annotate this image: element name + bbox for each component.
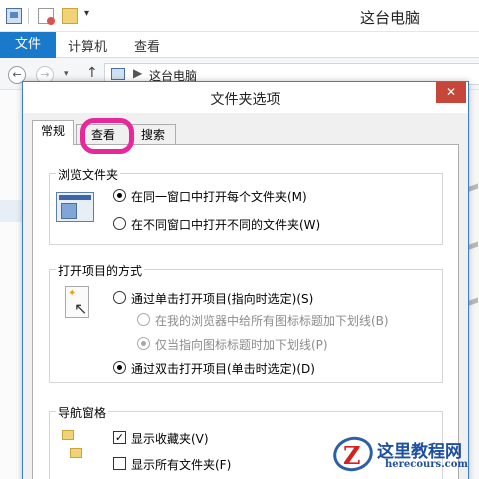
click-items-group: 打开项目的方式 ✦ ↖ 通过单击打开项目(指向时选定)(S) 在我的浏览器中给所… [49, 262, 443, 383]
navigation-pane-title: 导航窗格 [56, 404, 109, 421]
click-illustration-icon: ✦ ↖ [65, 286, 89, 318]
computer-icon[interactable] [6, 8, 22, 24]
option-underline-always-label[interactable]: 在我的浏览器中给所有图标标题加下划线(B) [155, 312, 389, 329]
option-single-click-label[interactable]: 通过单击打开项目(指向时选定)(S) [131, 290, 313, 307]
window-title: 这台电脑 [360, 9, 421, 27]
option-show-favorites-label[interactable]: 显示收藏夹(V) [131, 430, 209, 447]
ribbon-tab-computer[interactable]: 计算机 [68, 36, 107, 55]
click-items-title: 打开项目的方式 [56, 262, 145, 279]
browse-folders-illustration-icon [56, 192, 94, 222]
sparkle-icon: ✦ [68, 288, 77, 299]
ribbon: 文件 计算机 查看 [0, 32, 479, 58]
option-show-all-folders-label[interactable]: 显示所有文件夹(F) [131, 456, 231, 473]
site-logo-icon: Z [329, 432, 377, 477]
option-underline-on-hover-label[interactable]: 仅当指向图标标题时加下划线(P) [155, 336, 328, 353]
option-same-window-label[interactable]: 在同一窗口中打开每个文件夹(M) [131, 188, 307, 205]
navigation-pane-selected-item[interactable] [0, 200, 22, 222]
browse-folders-title: 浏览文件夹 [56, 166, 121, 183]
view-tab-highlight-annotation [80, 118, 134, 154]
close-button[interactable]: ✕ [436, 82, 466, 103]
mouse-pointer-icon: ↖ [74, 299, 88, 318]
explorer-titlebar: ▾ 这台电脑 [0, 0, 479, 32]
dialog-title: 文件夹选项 [210, 92, 281, 108]
tab-general[interactable]: 常规 [32, 120, 74, 145]
folder-icon [62, 430, 74, 440]
radio-same-window[interactable] [113, 189, 126, 202]
radio-double-click[interactable] [113, 361, 126, 374]
logo-letter: Z [343, 441, 361, 470]
breadcrumb-separator-icon[interactable]: ▶ [133, 66, 142, 80]
folder-options-dialog: 文件夹选项 ✕ 常规 查看 搜索 浏览文件夹 在同一窗口中打开每个文件夹(M) … [22, 81, 469, 479]
watermark-url: herecours.com [385, 459, 469, 470]
radio-underline-always[interactable] [137, 313, 150, 326]
ribbon-tab-view[interactable]: 查看 [134, 36, 160, 55]
up-arrow-icon[interactable]: ↑ [86, 65, 98, 81]
toolbar-divider [28, 8, 29, 24]
checkbox-show-all-folders[interactable] [113, 457, 126, 470]
new-folder-icon[interactable] [62, 8, 78, 24]
dialog-titlebar: 文件夹选项 ✕ [23, 82, 468, 113]
option-double-click-label[interactable]: 通过双击打开项目(单击时选定)(D) [131, 360, 315, 377]
checkbox-show-favorites[interactable]: ✓ [113, 431, 126, 444]
tab-search[interactable]: 搜索 [130, 124, 176, 146]
ribbon-file-tab[interactable]: 文件 [0, 32, 56, 58]
folder-icon [70, 448, 82, 458]
option-new-window-label[interactable]: 在不同窗口中打开不同的文件夹(W) [131, 216, 320, 233]
radio-underline-on-hover[interactable] [137, 337, 150, 350]
radio-new-window[interactable] [113, 217, 126, 230]
navigation-pane [0, 90, 22, 479]
radio-single-click[interactable] [113, 291, 126, 304]
general-tab-panel: 浏览文件夹 在同一窗口中打开每个文件夹(M) 在不同窗口中打开不同的文件夹(W)… [32, 144, 459, 479]
browse-folders-group: 浏览文件夹 在同一窗口中打开每个文件夹(M) 在不同窗口中打开不同的文件夹(W) [49, 166, 443, 245]
customize-toolbar-chevron-icon[interactable]: ▾ [84, 8, 89, 19]
this-pc-icon [111, 68, 125, 80]
properties-icon[interactable] [38, 8, 55, 25]
recent-locations-chevron-icon[interactable]: ▾ [64, 69, 69, 79]
